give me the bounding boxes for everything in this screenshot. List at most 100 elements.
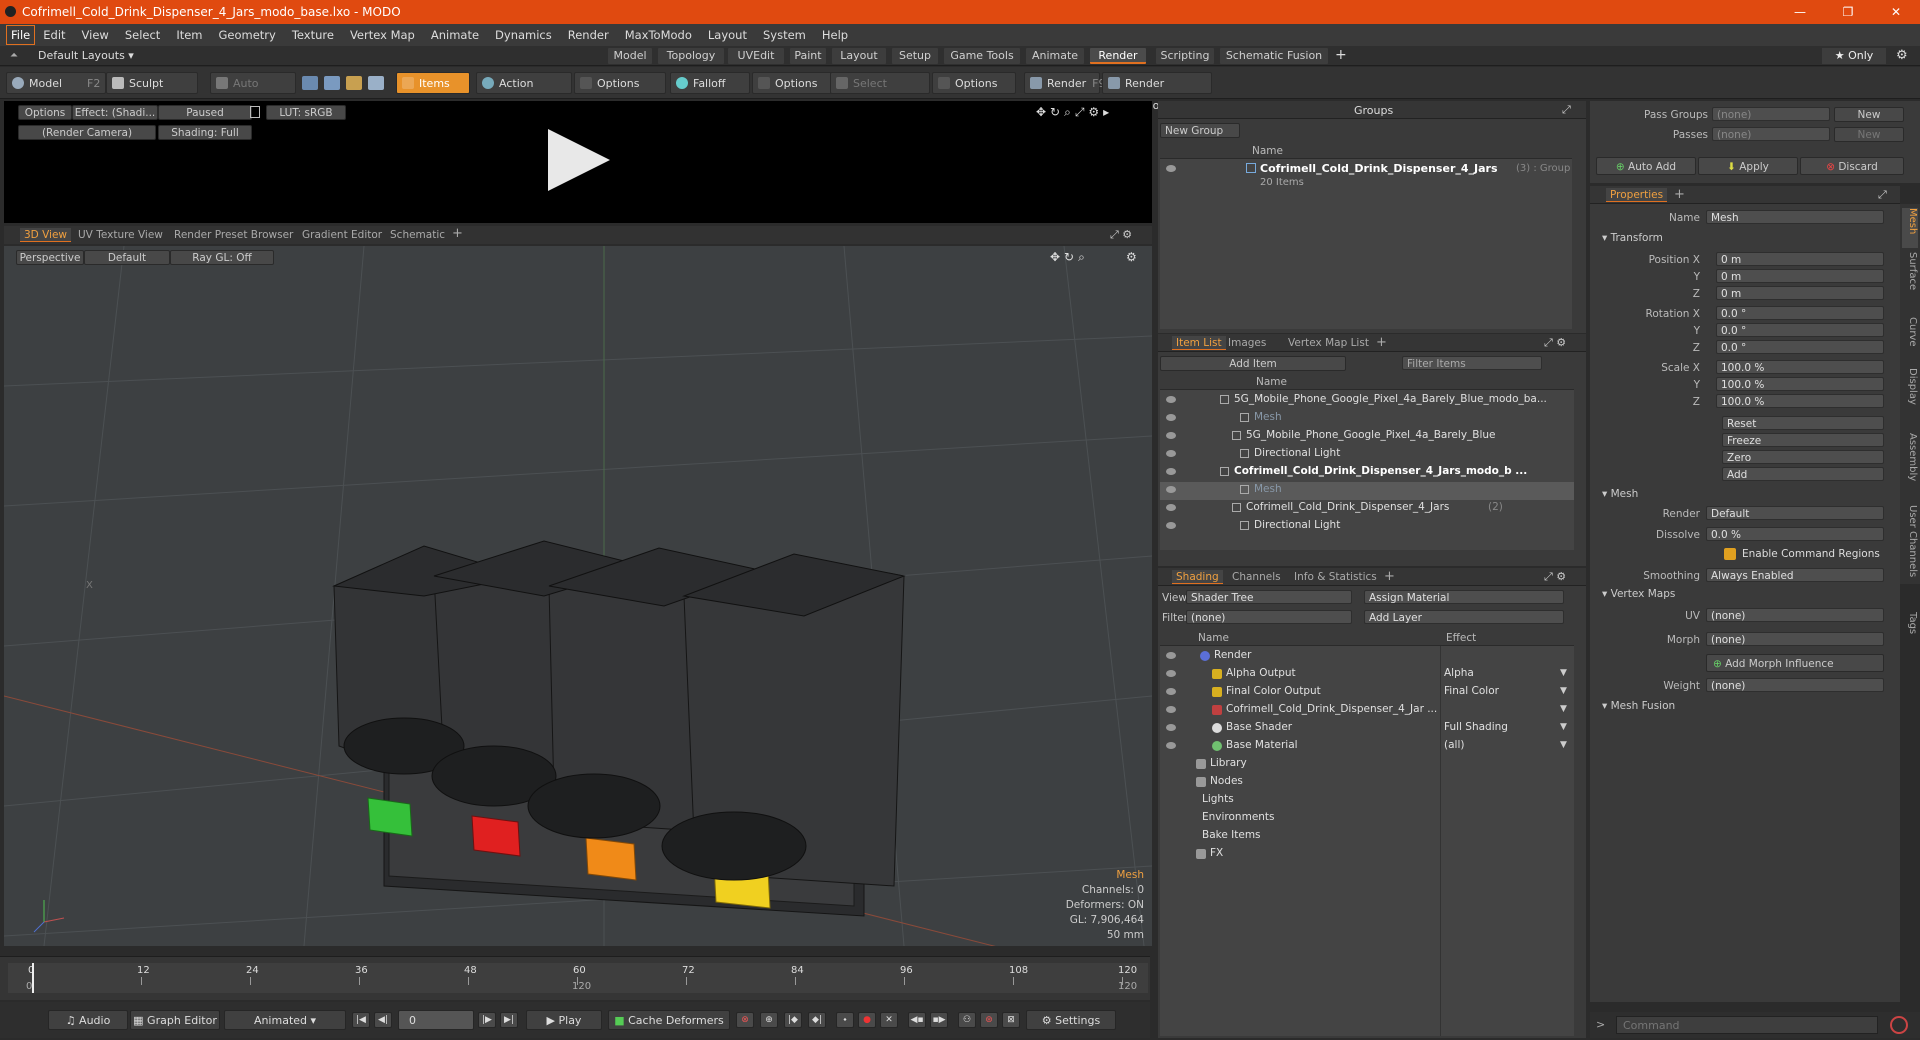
item-list-row[interactable]: Directional Light	[1160, 446, 1574, 461]
effect-dropdown-arrow-icon[interactable]: ▼	[1560, 702, 1567, 717]
paused-button[interactable]: Paused	[158, 105, 252, 120]
items-mode-button[interactable]: Items	[396, 72, 470, 94]
shader-tree-row[interactable]: Cofrimell_Cold_Drink_Dispenser_4_Jar ...…	[1160, 702, 1574, 717]
add-viewport-tab-icon[interactable]: +	[452, 226, 463, 241]
auto-select-button[interactable]: Auto Select	[210, 72, 296, 112]
action-center-options-button[interactable]: Options	[574, 72, 666, 94]
pos-input-0[interactable]: 0 m	[1716, 252, 1884, 266]
3d-viewport[interactable]: Perspective Default Ray GL: Off X ✥↻⌕ ⚙ …	[4, 246, 1152, 946]
layout-tab-topology[interactable]: Topology	[658, 48, 724, 64]
layout-tab-uvedit[interactable]: UVEdit	[728, 48, 784, 64]
menu-texture[interactable]: Texture	[284, 24, 342, 46]
layout-tab-model[interactable]: Model	[608, 48, 652, 64]
viewport-tab-render-preset-browser[interactable]: Render Preset Browser	[170, 228, 297, 242]
item-list-row[interactable]: Cofrimell_Cold_Drink_Dispenser_4_Jars (2)	[1160, 500, 1574, 515]
audio-button[interactable]: ♫ Audio	[48, 1010, 128, 1030]
viewport-tab-gradient-editor[interactable]: Gradient Editor	[298, 228, 386, 242]
timeline-track[interactable]: 012243648607284961081200120120	[8, 963, 1148, 993]
groups-expand-icon[interactable]: ⤢	[1562, 103, 1571, 117]
sculpt-button[interactable]: Sculpt	[106, 72, 198, 94]
new-group-button[interactable]: New Group	[1160, 123, 1240, 138]
model-mode-button[interactable]: Model F2	[6, 72, 106, 94]
visibility-eye-icon[interactable]	[1166, 724, 1176, 731]
animated-dropdown[interactable]: Animated ▾	[224, 1010, 346, 1030]
perspective-dropdown[interactable]: Perspective	[16, 250, 84, 265]
rot-input-0[interactable]: 0.0 °	[1716, 306, 1884, 320]
shader-tree-row[interactable]: Base Material (all) ▼	[1160, 738, 1574, 753]
menu-animate[interactable]: Animate	[423, 24, 487, 46]
vertex-maps-section[interactable]: ▾ Vertex Maps	[1602, 588, 1675, 600]
shading-tab-0[interactable]: Shading	[1172, 570, 1223, 584]
item-list-expand-icon[interactable]: ⤢ ⚙	[1544, 336, 1566, 350]
layout-tab-animate[interactable]: Animate	[1026, 48, 1084, 64]
render-preview[interactable]: Options Effect: (Shadi... Paused LUT: sR…	[4, 101, 1152, 223]
default-layouts-dropdown[interactable]: Default Layouts ▾	[38, 49, 134, 62]
key-delete-icon[interactable]: ✕	[880, 1012, 898, 1028]
add-item-list-tab-icon[interactable]: +	[1376, 335, 1387, 350]
auto-add-button[interactable]: ⊕ Auto Add	[1596, 157, 1696, 175]
menu-dynamics[interactable]: Dynamics	[487, 24, 560, 46]
red-tap[interactable]	[471, 815, 521, 857]
menu-select[interactable]: Select	[117, 24, 168, 46]
effect-dropdown-arrow-icon[interactable]: ▼	[1560, 720, 1567, 735]
visibility-eye-icon[interactable]	[1166, 688, 1176, 695]
effect-dropdown-arrow-icon[interactable]: ▼	[1560, 738, 1567, 753]
polygons-mode-icon[interactable]	[346, 76, 362, 90]
key-icon[interactable]: ⬩	[836, 1012, 854, 1028]
menu-file[interactable]: File	[6, 25, 36, 45]
raygl-toggle[interactable]: Ray GL: Off	[170, 250, 274, 265]
groups-list[interactable]: Name Cofrimell_Cold_Drink_Dispenser_4_Ja…	[1160, 143, 1572, 329]
item-list-tab-0[interactable]: Item List	[1172, 336, 1226, 350]
shader-tree-row[interactable]: Library	[1160, 756, 1574, 771]
item-list-tab-1[interactable]: Images	[1224, 336, 1270, 350]
viewport-tab-schematic[interactable]: Schematic	[386, 228, 449, 242]
side-tab-mesh[interactable]: Mesh	[1902, 208, 1918, 248]
add-shading-tab-icon[interactable]: +	[1384, 569, 1395, 584]
shader-tree[interactable]: Name Effect Render Alpha Output Alpha ▼ Fina…	[1160, 630, 1574, 1036]
next-frame-icon[interactable]: |▶	[478, 1012, 496, 1028]
viewport-maximize-icon[interactable]: ⤢ ⚙	[1110, 228, 1132, 242]
layout-tab-setup[interactable]: Setup	[892, 48, 938, 64]
add-morph-influence-button[interactable]: ⊕ Add Morph Influence	[1706, 654, 1884, 672]
dispenser-model[interactable]	[332, 540, 906, 917]
menu-item[interactable]: Item	[168, 24, 210, 46]
falloff-options-button[interactable]: Options	[752, 72, 832, 94]
filter-dropdown[interactable]: (none)	[1186, 610, 1352, 624]
render-dropdown[interactable]: Default	[1706, 506, 1884, 520]
action-center-button[interactable]: Action Center	[476, 72, 572, 112]
materials-mode-icon[interactable]	[368, 76, 384, 90]
record-icon[interactable]: ●	[858, 1012, 876, 1028]
visibility-eye-icon[interactable]	[1166, 522, 1176, 529]
key-prev-icon[interactable]: |◆	[784, 1012, 802, 1028]
frame-input[interactable]: 0	[398, 1010, 474, 1030]
add-layer-dropdown[interactable]: Add Layer	[1364, 610, 1564, 624]
shader-tree-row[interactable]: Base Shader Full Shading ▼	[1160, 720, 1574, 735]
effect-dropdown-arrow-icon[interactable]: ▼	[1560, 666, 1567, 681]
item-list-row[interactable]: Cofrimell_Cold_Drink_Dispenser_4_Jars_mo…	[1160, 464, 1574, 479]
viewport-style-dropdown[interactable]: Default	[84, 250, 170, 265]
vertices-mode-icon[interactable]	[302, 76, 318, 90]
select-options-button[interactable]: Options	[932, 72, 1016, 94]
render-camera-dropdown[interactable]: (Render Camera)	[18, 125, 156, 140]
add-properties-tab-icon[interactable]: +	[1674, 187, 1685, 202]
side-tab-surface[interactable]: Surface	[1902, 252, 1918, 313]
properties-tab[interactable]: Properties	[1606, 188, 1668, 202]
properties-expand-icon[interactable]: ⤢	[1878, 188, 1887, 202]
uv-dropdown[interactable]: (none)	[1706, 608, 1884, 622]
effect-dropdown[interactable]: Effect: (Shadi...	[72, 105, 158, 120]
filter-items-input[interactable]: Filter Items	[1402, 356, 1542, 370]
side-tab-curve[interactable]: Curve	[1902, 317, 1918, 364]
play-render-icon[interactable]	[544, 125, 614, 195]
menu-view[interactable]: View	[74, 24, 117, 46]
item-list-row[interactable]: Mesh	[1160, 410, 1574, 425]
gear-icon[interactable]: ⚙	[1896, 48, 1908, 63]
pos-input-2[interactable]: 0 m	[1716, 286, 1884, 300]
passes-dropdown[interactable]: (none)	[1712, 127, 1830, 141]
visibility-eye-icon[interactable]	[1166, 706, 1176, 713]
render-button[interactable]: Render F9	[1024, 72, 1106, 94]
layout-tab-paint[interactable]: Paint	[790, 48, 826, 64]
mesh-section[interactable]: ▾ Mesh	[1602, 488, 1638, 500]
apply-button[interactable]: ⬇ Apply	[1698, 157, 1798, 175]
side-tab-display[interactable]: Display	[1902, 368, 1918, 429]
view-dropdown[interactable]: Shader Tree	[1186, 590, 1352, 604]
